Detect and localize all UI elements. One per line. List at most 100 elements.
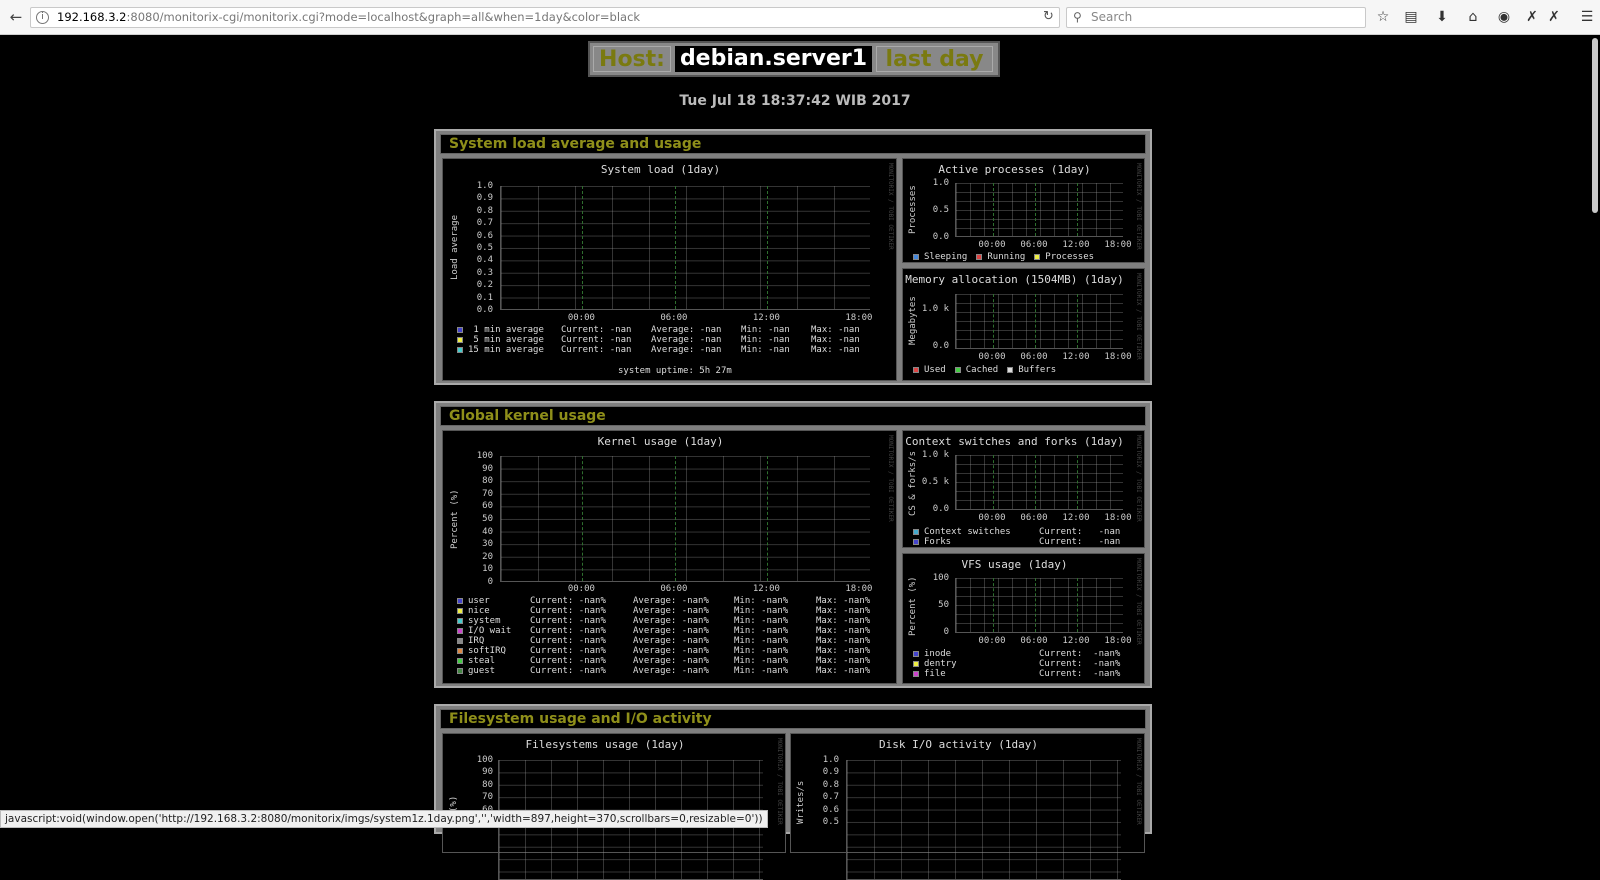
graph-title: Memory allocation (1504MB) (1day) xyxy=(905,273,1124,286)
y-tick-label: 100 xyxy=(932,573,949,583)
legend-current: Current: -nan% xyxy=(530,606,606,616)
y-tick-label: 0.0 xyxy=(476,305,493,315)
x-tick-label: 00:00 xyxy=(978,636,1006,646)
legend: Used Cached Buffers xyxy=(913,365,1065,375)
graph-title: Context switches and forks (1day) xyxy=(905,435,1124,448)
graph-kernel-usage[interactable]: Kernel usage (1day) MONITORIX / TOBI OET… xyxy=(442,430,897,684)
x-tick-label: 12:00 xyxy=(1062,636,1090,646)
legend-swatch xyxy=(913,650,919,657)
legend-current: Current: -nan% xyxy=(530,596,606,606)
home-icon[interactable]: ⌂ xyxy=(1462,7,1484,27)
graph-active-processes[interactable]: Active processes (1day) MONITORIX / TOBI… xyxy=(902,158,1145,263)
graph-vfs-usage[interactable]: VFS usage (1day) MONITORIX / TOBI OETIKE… xyxy=(902,553,1145,684)
legend-row: Context switches Current: -nan xyxy=(913,527,1120,537)
y-tick-label: 0 xyxy=(487,577,493,587)
legend-max: Max: -nan% xyxy=(816,636,871,646)
pocket-icon[interactable]: ◉ xyxy=(1493,7,1515,27)
y-tick-label: 10 xyxy=(482,564,493,575)
legend-min: Min: -nan xyxy=(741,335,790,345)
legend-name: Context switches xyxy=(924,527,1011,537)
legend-average: Average: -nan% xyxy=(633,616,709,626)
legend-row: 1 min average Current: -nan Average: -nan M… xyxy=(457,325,860,335)
graph-context-switches[interactable]: Context switches and forks (1day) MONITO… xyxy=(902,430,1145,548)
graph-memory-allocation[interactable]: Memory allocation (1504MB) (1day) MONITO… xyxy=(902,268,1145,381)
reload-icon[interactable]: ↻ xyxy=(1043,9,1054,24)
y-tick-label: 50 xyxy=(938,600,949,610)
extension-icon[interactable]: ✗ xyxy=(1521,7,1543,27)
legend-swatch xyxy=(457,647,463,654)
menu-icon[interactable]: ☰ xyxy=(1576,7,1598,27)
legend-swatch xyxy=(457,326,463,333)
grid-line xyxy=(674,456,676,581)
side-tag: MONITORIX / TOBI OETIKER xyxy=(1135,273,1142,360)
plot-area xyxy=(500,456,870,582)
y-tick-label: 0.5 xyxy=(822,817,839,827)
legend-name: I/O wait xyxy=(468,626,512,636)
url-path: :8080/monitorix-cgi/monitorix.cgi?mode=l… xyxy=(126,10,641,24)
x-tick-label: 12:00 xyxy=(752,313,780,323)
back-button[interactable]: ← xyxy=(5,6,27,28)
url-bar[interactable]: i 192.168.3.2:8080/monitorix-cgi/monitor… xyxy=(30,7,1060,28)
section-system-load: System load average and usage System loa… xyxy=(434,129,1152,385)
x-tick-label: 00:00 xyxy=(978,352,1006,362)
legend: 1 min average Current: -nan Average: -nan M… xyxy=(457,325,860,355)
bookmark-star-icon[interactable]: ☆ xyxy=(1372,7,1394,27)
legend-row: guest Current: -nan% Average: -nan% Min: -n… xyxy=(457,666,870,676)
y-tick-label: 1.0 xyxy=(932,178,949,188)
grid-line xyxy=(992,183,994,236)
grid-line xyxy=(992,455,994,509)
grid-line xyxy=(1076,578,1078,632)
legend-average: Average: -nan xyxy=(651,335,722,345)
plot-area xyxy=(500,186,870,310)
x-tick-label: 12:00 xyxy=(752,584,780,594)
graph-system-load[interactable]: System load (1day) MONITORIX / TOBI OETI… xyxy=(442,158,897,381)
reader-list-icon[interactable]: ▤ xyxy=(1400,7,1422,27)
y-tick-label: 0.5 xyxy=(476,243,493,253)
y-tick-label: 0.0 xyxy=(932,232,949,242)
graph-disk-io[interactable]: Disk I/O activity (1day) MONITORIX / TOB… xyxy=(790,733,1145,880)
y-tick-label: 0.1 xyxy=(476,292,493,303)
y-tick-label: 0.4 xyxy=(476,255,493,266)
legend-max: Max: -nan% xyxy=(816,626,871,636)
legend-item: Buffers xyxy=(1007,365,1056,375)
legend-name: 15 min average xyxy=(468,345,544,355)
info-icon[interactable]: i xyxy=(36,11,49,24)
legend-current: Current: -nan% xyxy=(530,616,606,626)
y-tick-label: 0.8 xyxy=(476,205,493,216)
grid-line xyxy=(1076,183,1078,236)
x-tick-label: 06:00 xyxy=(1020,240,1048,250)
legend-max: Max: -nan xyxy=(811,335,860,345)
download-icon[interactable]: ⬇ xyxy=(1431,7,1453,27)
legend-name: Used xyxy=(924,365,946,375)
legend-name: Sleeping xyxy=(924,252,968,262)
graph-filesystems-usage[interactable]: Filesystems usage (1day) MONITORIX / TOB… xyxy=(442,733,786,880)
period-label: last day xyxy=(876,46,993,72)
section-title: Filesystem usage and I/O activity xyxy=(440,709,1146,729)
legend-current: Current: -nan% xyxy=(1039,649,1121,659)
legend-name: file xyxy=(924,669,946,679)
legend-swatch xyxy=(1034,253,1041,260)
legend-row: Forks Current: -nan xyxy=(913,537,1120,547)
y-tick-label: 1.0 k xyxy=(921,450,949,460)
y-tick-label: 0.9 xyxy=(822,767,839,778)
scrollbar[interactable] xyxy=(1590,35,1600,828)
legend: user Current: -nan% Average: -nan% Min: -na… xyxy=(457,596,870,676)
legend-max: Max: -nan% xyxy=(816,596,871,606)
grid-line xyxy=(1034,294,1036,348)
legend-swatch xyxy=(913,660,919,667)
x-tick-label: 06:00 xyxy=(1020,636,1048,646)
status-bar: javascript:void(window.open('http://192.… xyxy=(0,810,768,828)
legend-swatch xyxy=(913,670,919,677)
x-tick-label: 00:00 xyxy=(978,513,1006,523)
legend-swatch xyxy=(457,627,463,634)
extension2-icon[interactable]: ✗ xyxy=(1543,7,1565,27)
legend-name: Running xyxy=(987,252,1026,262)
legend: Context switches Current: -nan Forks Curren… xyxy=(913,527,1120,547)
legend-swatch xyxy=(457,617,463,624)
legend-max: Max: -nan% xyxy=(816,646,871,656)
search-input[interactable]: ⚲ Search xyxy=(1066,7,1366,28)
legend-name: nice xyxy=(468,606,490,616)
y-tick-label: 0.5 xyxy=(932,205,949,215)
scrollbar-thumb[interactable] xyxy=(1592,38,1598,213)
graph-title: Disk I/O activity (1day) xyxy=(879,738,1038,751)
